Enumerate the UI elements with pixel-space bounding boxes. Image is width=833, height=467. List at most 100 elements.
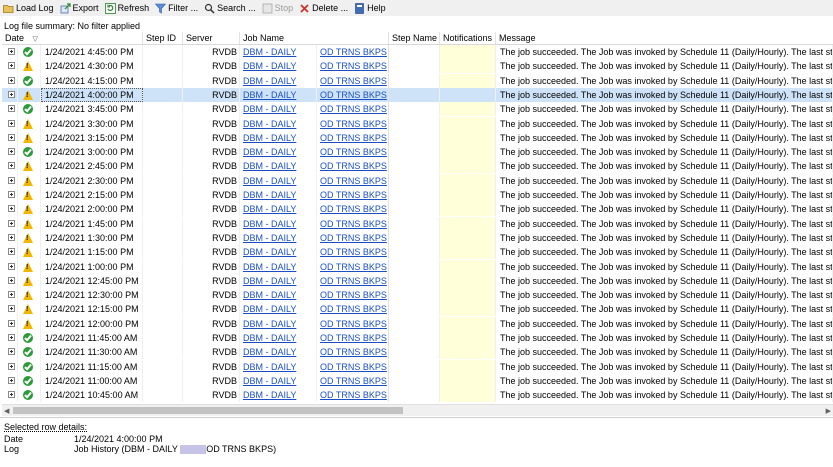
expand-plus-icon[interactable] xyxy=(8,305,15,312)
load-log-button[interactable]: Load Log xyxy=(0,0,57,16)
expand-cell[interactable] xyxy=(2,159,18,173)
job-name-link-2[interactable]: OD TRNS BKPS xyxy=(320,262,387,272)
job-name-link-2[interactable]: OD TRNS BKPS xyxy=(320,119,387,129)
expand-plus-icon[interactable] xyxy=(8,363,15,370)
expand-cell[interactable] xyxy=(2,131,18,145)
job-name-link[interactable]: DBM - DAILY xyxy=(243,219,296,229)
job-name-link[interactable]: DBM - DAILY xyxy=(243,47,296,57)
table-row[interactable]: 1/24/2021 2:30:00 PM RVDBDBM - DAILY OD TR… xyxy=(2,174,833,188)
table-row[interactable]: 1/24/2021 4:15:00 PM RVDB DBM - DAILY OD TR… xyxy=(2,74,833,88)
job-name-link[interactable]: DBM - DAILY xyxy=(243,147,296,157)
horizontal-scrollbar[interactable]: ◀ ▶ xyxy=(2,404,833,416)
search-button[interactable]: Search ... xyxy=(201,0,259,16)
expand-cell[interactable] xyxy=(2,102,18,116)
expand-cell[interactable] xyxy=(2,360,18,374)
job-name-link-2[interactable]: OD TRNS BKPS xyxy=(320,247,387,257)
table-row[interactable]: 1/24/2021 12:00:00 PM RVDBDBM - DAILY OD T… xyxy=(2,317,833,331)
expand-plus-icon[interactable] xyxy=(8,234,15,241)
table-row[interactable]: 1/24/2021 2:00:00 PMRVDBDBM - DAILYOD TR… xyxy=(2,202,833,216)
expand-plus-icon[interactable] xyxy=(8,162,15,169)
expand-plus-icon[interactable] xyxy=(8,48,15,55)
column-header-step-name[interactable]: Step Name xyxy=(389,32,440,44)
refresh-button[interactable]: Refresh xyxy=(102,0,153,16)
job-name-link[interactable]: DBM - DAILY xyxy=(243,233,296,243)
expand-cell[interactable] xyxy=(2,74,18,88)
expand-cell[interactable] xyxy=(2,174,18,188)
table-row[interactable]: 1/24/2021 11:30:00 AM RVDB DBM - DAILY OD T… xyxy=(2,345,833,359)
job-name-link[interactable]: DBM - DAILY xyxy=(243,104,296,114)
job-name-link[interactable]: DBM - DAILY xyxy=(243,390,296,400)
job-name-link[interactable]: DBM - DAILY xyxy=(243,362,296,372)
job-name-link-2[interactable]: OD TRNS BKPS xyxy=(320,376,387,386)
table-row[interactable]: 1/24/2021 3:15:00 PMRVDBDBM - DAILYOD TR… xyxy=(2,131,833,145)
job-name-link-2[interactable]: OD TRNS BKPS xyxy=(320,362,387,372)
job-name-link-2[interactable]: OD TRNS BKPS xyxy=(320,390,387,400)
expand-plus-icon[interactable] xyxy=(8,391,15,398)
expand-plus-icon[interactable] xyxy=(8,277,15,284)
expand-cell[interactable] xyxy=(2,374,18,388)
table-row[interactable]: 1/24/2021 2:15:00 PMRVDBDBM - DAILYOD TR… xyxy=(2,188,833,202)
expand-plus-icon[interactable] xyxy=(8,191,15,198)
column-header-job-name[interactable]: Job Name xyxy=(240,32,389,44)
expand-cell[interactable] xyxy=(2,245,18,259)
job-name-link[interactable]: DBM - DAILY xyxy=(243,262,296,272)
job-name-link-2[interactable]: OD TRNS BKPS xyxy=(320,347,387,357)
expand-plus-icon[interactable] xyxy=(8,348,15,355)
scrollbar-thumb[interactable] xyxy=(13,407,403,414)
job-name-link-2[interactable]: OD TRNS BKPS xyxy=(320,290,387,300)
job-name-link[interactable]: DBM - DAILY xyxy=(243,119,296,129)
job-name-link[interactable]: DBM - DAILY xyxy=(243,76,296,86)
expand-cell[interactable] xyxy=(2,45,18,59)
table-row[interactable]: 1/24/2021 11:00:00 AM RVDB DBM - DAILY OD T… xyxy=(2,374,833,388)
expand-plus-icon[interactable] xyxy=(8,377,15,384)
expand-cell[interactable] xyxy=(2,260,18,274)
job-name-link-2[interactable]: OD TRNS BKPS xyxy=(320,90,387,100)
filter-button[interactable]: Filter ... xyxy=(152,0,201,16)
expand-cell[interactable] xyxy=(2,345,18,359)
help-button[interactable]: Help xyxy=(351,0,389,16)
expand-cell[interactable] xyxy=(2,388,18,402)
expand-plus-icon[interactable] xyxy=(8,120,15,127)
table-row[interactable]: 1/24/2021 4:00:00 PM RVDBDBM - DAILY OD TR… xyxy=(2,88,833,102)
table-row[interactable]: 1/24/2021 1:30:00 PMRVDBDBM - DAILYOD TR… xyxy=(2,231,833,245)
job-name-link[interactable]: DBM - DAILY xyxy=(243,319,296,329)
table-row[interactable]: 1/24/2021 12:15:00 PMRVDBDBM - DAILYOD T… xyxy=(2,302,833,316)
column-header-date[interactable]: Date ▽ xyxy=(2,32,143,44)
expand-plus-icon[interactable] xyxy=(8,77,15,84)
expand-cell[interactable] xyxy=(2,302,18,316)
expand-cell[interactable] xyxy=(2,117,18,131)
column-header-server[interactable]: Server xyxy=(183,32,240,44)
expand-cell[interactable] xyxy=(2,217,18,231)
job-name-link[interactable]: DBM - DAILY xyxy=(243,61,296,71)
scroll-right-arrow-icon[interactable]: ▶ xyxy=(826,407,831,415)
job-name-link-2[interactable]: OD TRNS BKPS xyxy=(320,219,387,229)
table-row[interactable]: 1/24/2021 1:00:00 PM RVDBDBM - DAILY OD TR… xyxy=(2,260,833,274)
job-name-link-2[interactable]: OD TRNS BKPS xyxy=(320,233,387,243)
expand-plus-icon[interactable] xyxy=(8,263,15,270)
scroll-left-arrow-icon[interactable]: ◀ xyxy=(4,407,9,415)
table-row[interactable]: 1/24/2021 12:30:00 PM RVDBDBM - DAILY OD T… xyxy=(2,288,833,302)
expand-cell[interactable] xyxy=(2,331,18,345)
job-name-link[interactable]: DBM - DAILY xyxy=(243,304,296,314)
job-name-link[interactable]: DBM - DAILY xyxy=(243,133,296,143)
table-row[interactable]: 1/24/2021 4:30:00 PM RVDBDBM - DAILY OD TR… xyxy=(2,59,833,73)
job-name-link-2[interactable]: OD TRNS BKPS xyxy=(320,333,387,343)
job-name-link[interactable]: DBM - DAILY xyxy=(243,176,296,186)
job-name-link-2[interactable]: OD TRNS BKPS xyxy=(320,61,387,71)
expand-plus-icon[interactable] xyxy=(8,134,15,141)
job-name-link-2[interactable]: OD TRNS BKPS xyxy=(320,161,387,171)
job-name-link-2[interactable]: OD TRNS BKPS xyxy=(320,190,387,200)
job-name-link[interactable]: DBM - DAILY xyxy=(243,347,296,357)
export-button[interactable]: Export xyxy=(57,0,102,16)
expand-plus-icon[interactable] xyxy=(8,220,15,227)
job-name-link[interactable]: DBM - DAILY xyxy=(243,204,296,214)
expand-cell[interactable] xyxy=(2,59,18,73)
job-name-link[interactable]: DBM - DAILY xyxy=(243,247,296,257)
job-name-link[interactable]: DBM - DAILY xyxy=(243,90,296,100)
delete-button[interactable]: Delete ... xyxy=(296,0,351,16)
column-header-message[interactable]: Message xyxy=(496,32,833,44)
job-name-link-2[interactable]: OD TRNS BKPS xyxy=(320,104,387,114)
job-name-link-2[interactable]: OD TRNS BKPS xyxy=(320,147,387,157)
expand-plus-icon[interactable] xyxy=(8,320,15,327)
table-row[interactable]: 1/24/2021 11:15:00 AM RVDB DBM - DAILY OD T… xyxy=(2,360,833,374)
